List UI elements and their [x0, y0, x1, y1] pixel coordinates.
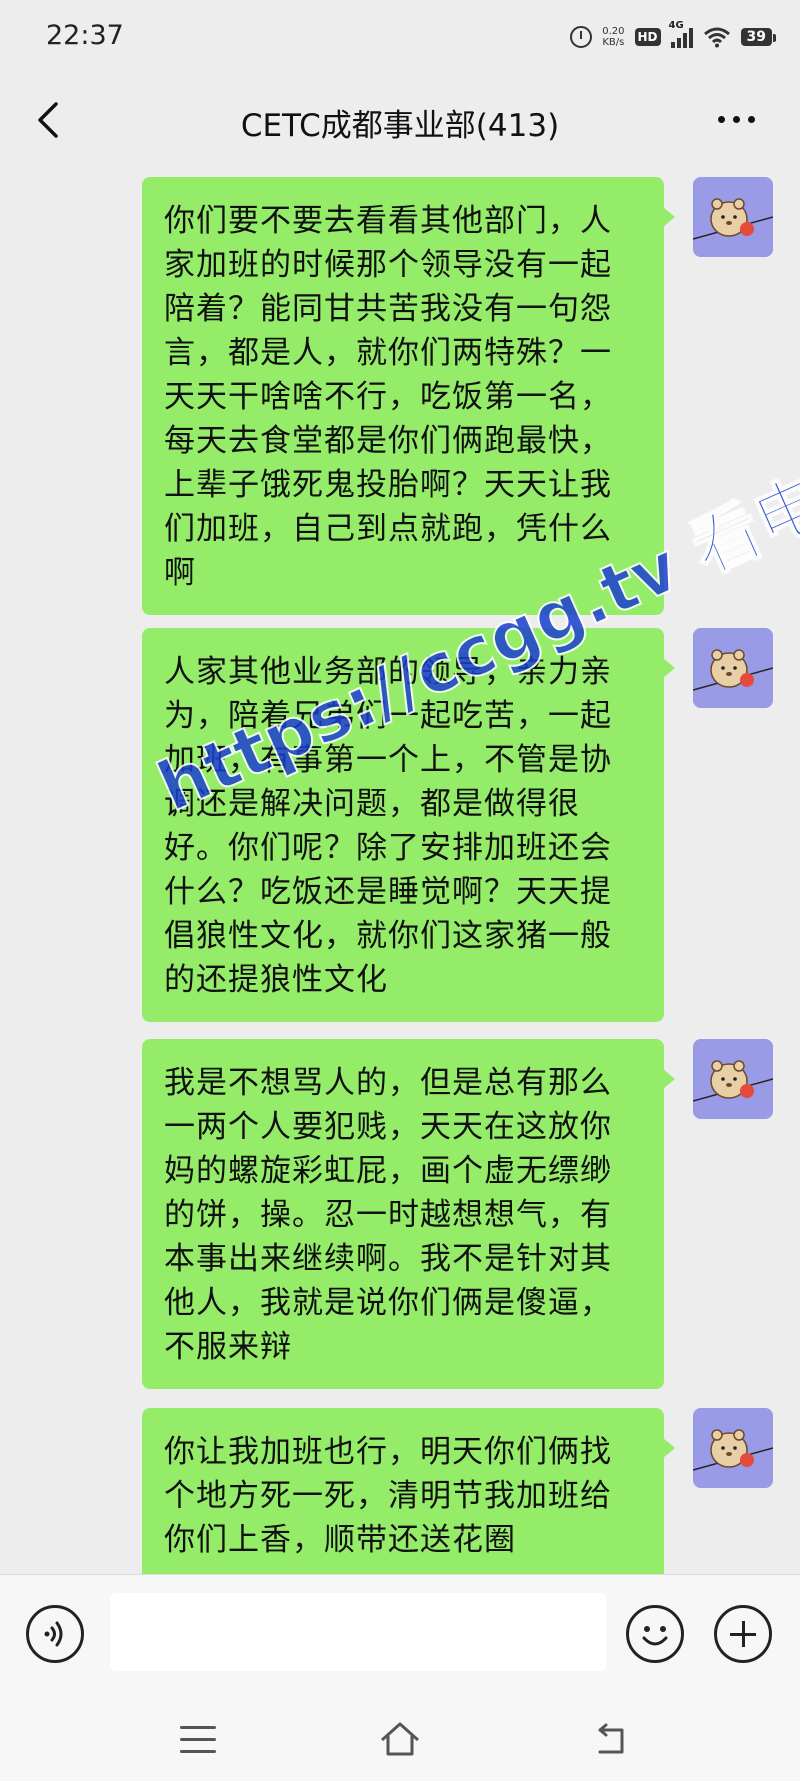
status-icons: 0.20 KB/s HD 4G 39	[570, 20, 777, 52]
bear-avatar-icon	[693, 628, 773, 708]
plus-button[interactable]	[714, 1605, 772, 1663]
bear-avatar-icon	[693, 1408, 773, 1488]
avatar[interactable]	[693, 628, 773, 708]
avatar[interactable]	[693, 1039, 773, 1119]
signal-icon: 4G	[669, 20, 693, 48]
bear-avatar-icon	[693, 1039, 773, 1119]
emoji-button[interactable]	[626, 1605, 684, 1663]
voice-button[interactable]	[26, 1605, 84, 1663]
avatar[interactable]	[693, 1408, 773, 1488]
status-bar: 22:37 0.20 KB/s HD 4G 39	[0, 0, 800, 74]
wifi-icon	[703, 26, 731, 48]
chat-header: CETC成都事业部(413)	[0, 74, 800, 166]
input-bar	[0, 1574, 800, 1701]
message-text: 你让我加班也行，明天你们俩找个地方死一死，清明节我加班给你们上香，顺带还送花圈	[164, 1434, 612, 1558]
avatar[interactable]	[693, 177, 773, 257]
net-speed-value: 0.20	[602, 26, 625, 37]
network-type: 4G	[668, 20, 684, 31]
emoji-icon	[642, 1626, 668, 1646]
status-time: 22:37	[46, 20, 124, 51]
voice-icon	[44, 1621, 63, 1647]
message-text: 你们要不要去看看其他部门，人家加班的时候那个领导没有一起陪着？能同甘共苦我没有一…	[164, 203, 612, 591]
message-input[interactable]	[110, 1593, 606, 1671]
more-button[interactable]	[714, 104, 758, 134]
home-icon[interactable]	[378, 1720, 422, 1760]
chat-title: CETC成都事业部(413)	[240, 108, 560, 144]
message-text: 我是不想骂人的，但是总有那么一两个人要犯贱，天天在这放你妈的螺旋彩虹屁，画个虚无…	[164, 1065, 612, 1365]
more-dots-icon	[717, 115, 725, 123]
back-icon[interactable]	[592, 1722, 630, 1760]
hd-icon: HD	[634, 28, 661, 46]
message-bubble[interactable]: 我是不想骂人的，但是总有那么一两个人要犯贱，天天在这放你妈的螺旋彩虹屁，画个虚无…	[142, 1039, 675, 1389]
alarm-icon	[570, 26, 593, 48]
net-speed-unit: KB/s	[602, 37, 625, 48]
bear-avatar-icon	[693, 177, 773, 257]
menu-icon[interactable]	[180, 1726, 216, 1756]
battery-icon: 39	[740, 28, 777, 46]
net-speed: 0.20 KB/s	[602, 26, 624, 48]
system-nav-bar	[0, 1700, 800, 1781]
